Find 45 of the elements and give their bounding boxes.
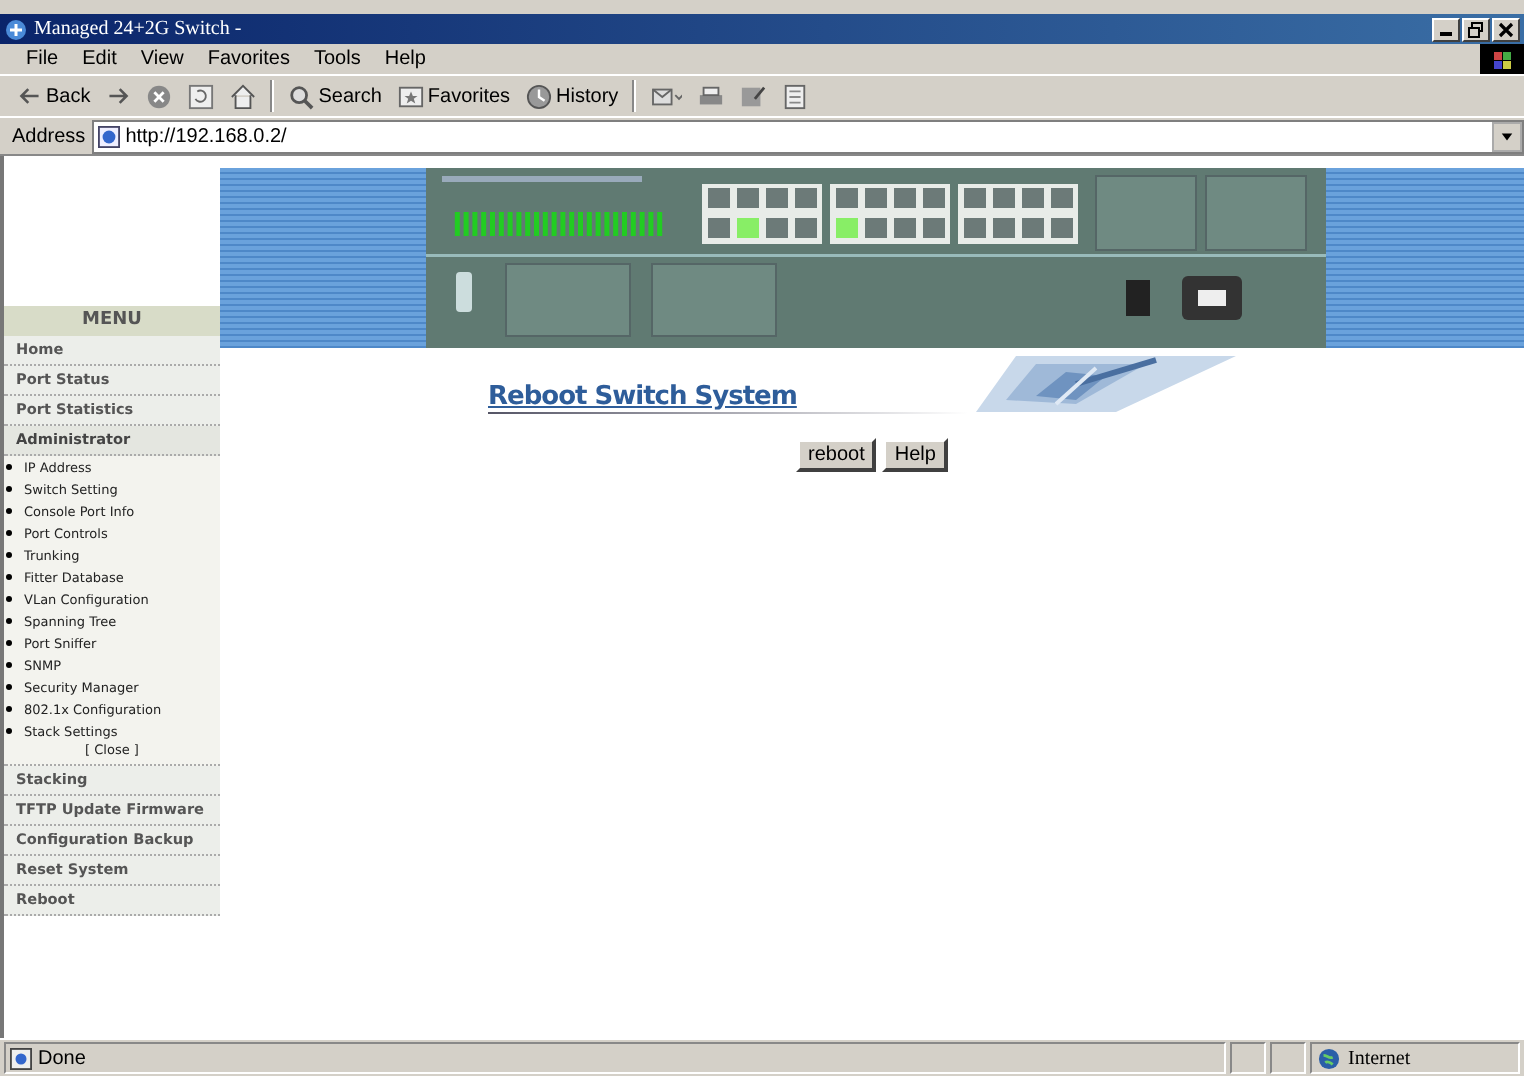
close-icon [1498,21,1514,37]
menu-item[interactable]: Help [374,48,436,70]
security-zone: Internet [1348,1047,1411,1069]
printer-icon [698,83,725,109]
menu-item[interactable]: Tools [303,48,371,70]
browser-icon [4,17,28,41]
globe-icon [1318,1047,1340,1069]
document-icon [782,83,809,109]
favorites-button[interactable]: Favorites [391,81,517,111]
page-icon [97,125,120,147]
back-button[interactable]: Back [12,82,97,110]
menu-item[interactable]: File [16,48,69,70]
dropdown-button[interactable] [1492,121,1522,151]
address-field[interactable]: http://192.168.0.2/ [91,119,1524,153]
back-arrow-icon [18,84,42,108]
refresh-icon [188,83,215,109]
home-icon [230,83,257,109]
address-label: Address [12,125,86,147]
minimize-icon [1440,32,1452,36]
page-heading: Reboot Switch System [488,382,797,412]
minimize-button[interactable] [1432,17,1460,41]
windows-logo-icon [1480,44,1524,74]
menu-item[interactable]: View [130,48,194,70]
status-text: Done [38,1047,86,1069]
reboot-button[interactable]: reboot [796,438,877,472]
pencil-icon [740,83,767,109]
restore-icon [1468,21,1484,37]
help-button[interactable]: Help [882,438,948,472]
search-icon [288,83,315,109]
restore-button[interactable] [1462,17,1490,41]
close-button[interactable] [1492,17,1520,41]
menu-title: MENU [4,306,220,336]
page-icon [10,1047,32,1069]
caret-icon [1500,129,1514,143]
window-title: Managed 24+2G Switch - [34,18,242,40]
history-button[interactable]: History [520,81,625,111]
stop-icon [146,83,173,109]
menu-item[interactable]: Edit [72,48,127,70]
status-pane [1270,1042,1306,1074]
search-button[interactable]: Search [282,81,388,111]
mail-icon [650,83,683,109]
forward-arrow-icon [106,84,131,108]
status-pane [1230,1042,1266,1074]
clock-icon [526,83,553,109]
menu-item[interactable]: Favorites [197,48,300,70]
